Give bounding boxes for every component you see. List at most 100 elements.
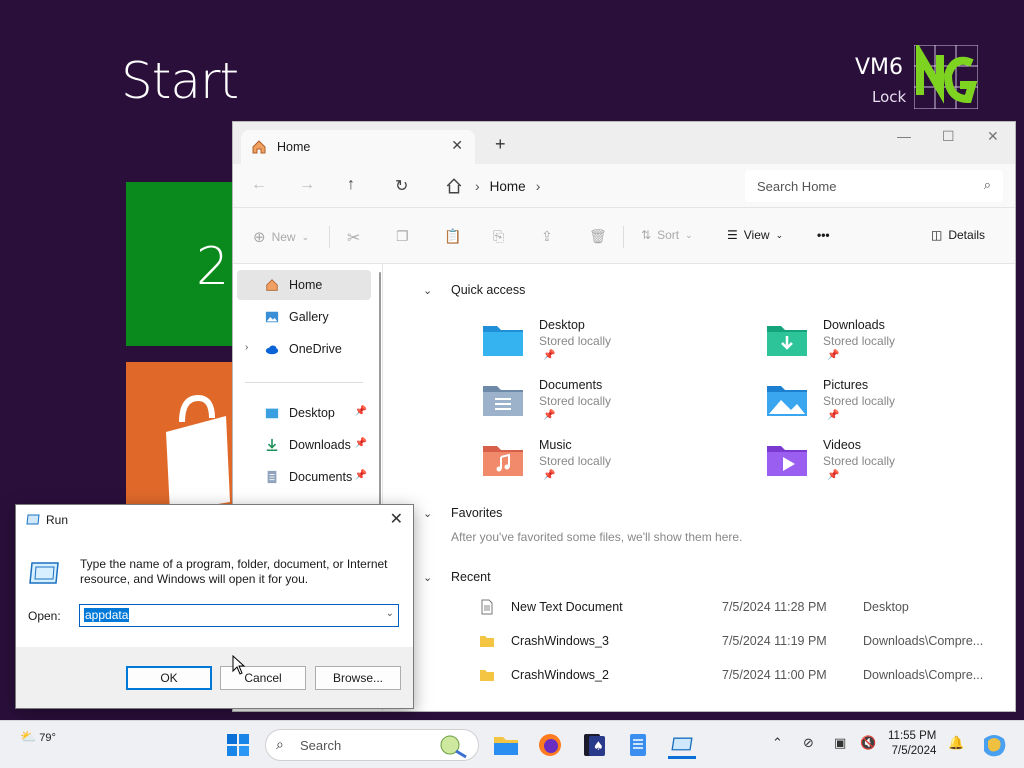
quick-access-pictures[interactable]: Pictures Stored locally 📌 xyxy=(765,378,1015,434)
clock[interactable]: 11:55 PM 7/5/2024 xyxy=(888,729,936,759)
nav-item-onedrive[interactable]: › OneDrive xyxy=(237,334,371,364)
pin-icon: 📌 xyxy=(827,410,840,421)
start-tile-store[interactable] xyxy=(126,362,234,512)
item-status: Stored locally xyxy=(539,454,612,468)
refresh-icon[interactable]: ↻ xyxy=(395,176,408,196)
chevron-down-icon[interactable]: ⌄ xyxy=(423,284,432,297)
recent-location: Downloads\Compre... xyxy=(863,668,984,682)
paste-icon[interactable]: 📋 xyxy=(444,228,461,245)
browse-button[interactable]: Browse... xyxy=(315,666,401,690)
address-bar[interactable]: › Home › xyxy=(433,170,733,202)
item-name: Music xyxy=(539,438,572,452)
nav-item-desktop[interactable]: Desktop 📌 xyxy=(237,398,371,428)
recent-row[interactable]: New Text Document 7/5/2024 11:28 PM Desk… xyxy=(479,593,1015,623)
more-options-button[interactable]: ••• xyxy=(817,228,830,242)
nav-label: Gallery xyxy=(289,310,329,324)
downloads-folder-icon xyxy=(767,326,807,356)
nav-item-home[interactable]: Home xyxy=(237,270,371,300)
notepad-icon[interactable] xyxy=(624,731,652,759)
favorites-heading[interactable]: Favorites xyxy=(451,506,502,520)
share-icon[interactable]: ⇪ xyxy=(541,228,553,245)
run-title-bar: Run ✕ xyxy=(16,505,413,535)
minimize-button[interactable]: — xyxy=(897,128,911,144)
show-hidden-icons-chevron-icon[interactable]: ⌃ xyxy=(772,735,783,751)
back-arrow-icon[interactable]: ← xyxy=(251,176,267,194)
taskbar-search[interactable]: ⌕ Search xyxy=(265,729,479,761)
recent-row[interactable]: CrashWindows_3 7/5/2024 11:19 PM Downloa… xyxy=(479,627,1015,657)
chevron-down-icon[interactable]: ⌄ xyxy=(423,507,432,520)
open-label: Open: xyxy=(28,609,61,623)
lock-link[interactable]: Lock xyxy=(872,88,906,106)
new-button[interactable]: ⊕ New ⌄ xyxy=(253,228,309,246)
breadcrumb-home[interactable]: Home xyxy=(490,179,526,194)
delete-icon[interactable]: 🗑 xyxy=(589,228,607,245)
item-status: Stored locally xyxy=(539,394,612,408)
search-input[interactable]: Search Home ⌕ xyxy=(745,170,1003,202)
start-tile-clock[interactable]: 23 xyxy=(126,182,234,346)
quick-access-heading[interactable]: Quick access xyxy=(451,283,525,297)
chevron-down-icon[interactable]: ⌄ xyxy=(423,571,432,584)
quick-access-downloads[interactable]: Downloads Stored locally 📌 xyxy=(765,318,1015,374)
weather-widget[interactable]: ⛅ 79° xyxy=(20,729,56,745)
solitaire-icon[interactable]: ♠ xyxy=(580,731,608,759)
sort-icon: ⇅ xyxy=(641,228,652,242)
recent-row[interactable]: CrashWindows_2 7/5/2024 11:00 PM Downloa… xyxy=(479,661,1015,691)
forward-arrow-icon[interactable]: → xyxy=(299,176,315,194)
windows-start-icon[interactable] xyxy=(226,733,250,757)
firefox-icon[interactable] xyxy=(536,731,564,759)
up-arrow-icon[interactable]: ↑ xyxy=(347,176,355,194)
chevron-right-icon[interactable]: › xyxy=(536,178,541,194)
open-input-value[interactable]: appdata xyxy=(84,608,130,622)
copy-icon[interactable]: ❐ xyxy=(396,228,409,245)
taskbar-search-label: Search xyxy=(300,738,342,753)
nav-item-documents[interactable]: Documents 📌 xyxy=(237,462,371,492)
copilot-icon[interactable] xyxy=(980,731,1008,759)
nav-item-downloads[interactable]: Downloads 📌 xyxy=(237,430,371,460)
close-icon[interactable]: ✕ xyxy=(390,509,403,529)
ok-button[interactable]: OK xyxy=(126,666,212,690)
sort-button[interactable]: ⇅ Sort ⌄ xyxy=(641,228,693,242)
pictures-folder-icon xyxy=(767,386,807,416)
home-icon xyxy=(266,279,278,291)
run-taskbar-icon[interactable] xyxy=(668,731,696,759)
view-button[interactable]: ☰ View ⌄ xyxy=(727,228,783,242)
new-tab-button[interactable]: + xyxy=(495,134,506,155)
weather-icon: ⛅ xyxy=(20,729,37,744)
details-button[interactable]: ◫ Details xyxy=(931,228,985,242)
network-offline-icon[interactable]: ⊘ xyxy=(803,735,814,751)
run-dialog: Run ✕ Type the name of a program, folder… xyxy=(15,504,414,709)
svg-text:♠: ♠ xyxy=(593,739,604,753)
speaker-muted-icon[interactable]: 🔇 xyxy=(860,735,876,751)
item-status: Stored locally xyxy=(539,334,612,348)
download-arrow-icon xyxy=(266,438,278,452)
nav-item-gallery[interactable]: Gallery xyxy=(237,302,371,332)
open-combobox[interactable]: appdata ⌄ xyxy=(79,604,399,627)
cut-icon[interactable]: ✂ xyxy=(347,228,360,248)
recent-name: New Text Document xyxy=(511,600,623,614)
item-name: Downloads xyxy=(823,318,885,332)
desktop-folder-icon xyxy=(483,326,523,356)
display-icon[interactable]: ▣ xyxy=(834,735,846,751)
quick-access-videos[interactable]: Videos Stored locally 📌 xyxy=(765,438,1015,494)
quick-access-music[interactable]: Music Stored locally 📌 xyxy=(481,438,731,494)
documents-folder-icon xyxy=(483,386,523,416)
vm-name: VM6 xyxy=(855,55,904,80)
start-title: Start xyxy=(121,52,239,110)
tab-home[interactable]: Home ✕ xyxy=(241,130,475,164)
close-window-button[interactable]: ✕ xyxy=(987,128,999,145)
quick-access-documents[interactable]: Documents Stored locally 📌 xyxy=(481,378,731,434)
tab-label: Home xyxy=(277,140,311,154)
maximize-button[interactable]: ☐ xyxy=(942,128,955,145)
rename-icon[interactable]: ⎘ xyxy=(493,228,504,245)
view-label: View xyxy=(743,228,770,242)
item-status: Stored locally xyxy=(823,334,896,348)
chevron-down-icon[interactable]: ⌄ xyxy=(386,608,394,619)
file-explorer-taskbar-icon[interactable] xyxy=(492,731,520,759)
run-large-icon xyxy=(29,562,59,584)
chevron-right-icon[interactable]: › xyxy=(245,342,248,353)
recent-heading[interactable]: Recent xyxy=(451,570,491,584)
tab-close-icon[interactable]: ✕ xyxy=(451,137,463,154)
notification-bell-icon[interactable]: 🔔 xyxy=(948,735,964,751)
quick-access-desktop[interactable]: Desktop Stored locally 📌 xyxy=(481,318,731,374)
recent-name: CrashWindows_3 xyxy=(511,634,609,648)
